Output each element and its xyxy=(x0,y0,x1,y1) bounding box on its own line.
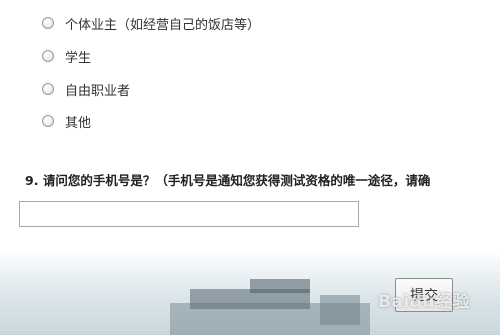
radio-button[interactable] xyxy=(42,17,54,29)
option-self-employed[interactable]: 个体业主（如经营自己的饭店等） xyxy=(42,13,260,33)
radio-button[interactable] xyxy=(42,115,54,127)
option-label: 自由职业者 xyxy=(65,83,131,99)
building-silhouette-image xyxy=(170,279,370,335)
question-title: 9. 请问您的手机号是？（手机号是通知您获得测试资格的唯一途径，请确 xyxy=(25,170,500,189)
option-label: 个体业主（如经营自己的饭店等） xyxy=(65,17,261,33)
radio-button[interactable] xyxy=(42,83,54,95)
survey-page: 个体业主（如经营自己的饭店等） 学生 自由职业者 其他 9. 请问您的手机号是？… xyxy=(0,0,500,335)
option-other[interactable]: 其他 xyxy=(42,111,91,131)
option-student[interactable]: 学生 xyxy=(42,46,91,66)
option-label: 学生 xyxy=(65,50,92,66)
question-text: 请问您的手机号是？（手机号是通知您获得测试资格的唯一途径，请确 xyxy=(42,173,431,188)
option-label: 其他 xyxy=(65,115,92,131)
radio-button[interactable] xyxy=(42,50,54,62)
submit-button[interactable]: 提交 xyxy=(395,278,453,312)
phone-number-input[interactable] xyxy=(19,201,359,227)
question-number: 9. xyxy=(25,173,39,188)
option-freelancer[interactable]: 自由职业者 xyxy=(42,79,130,99)
